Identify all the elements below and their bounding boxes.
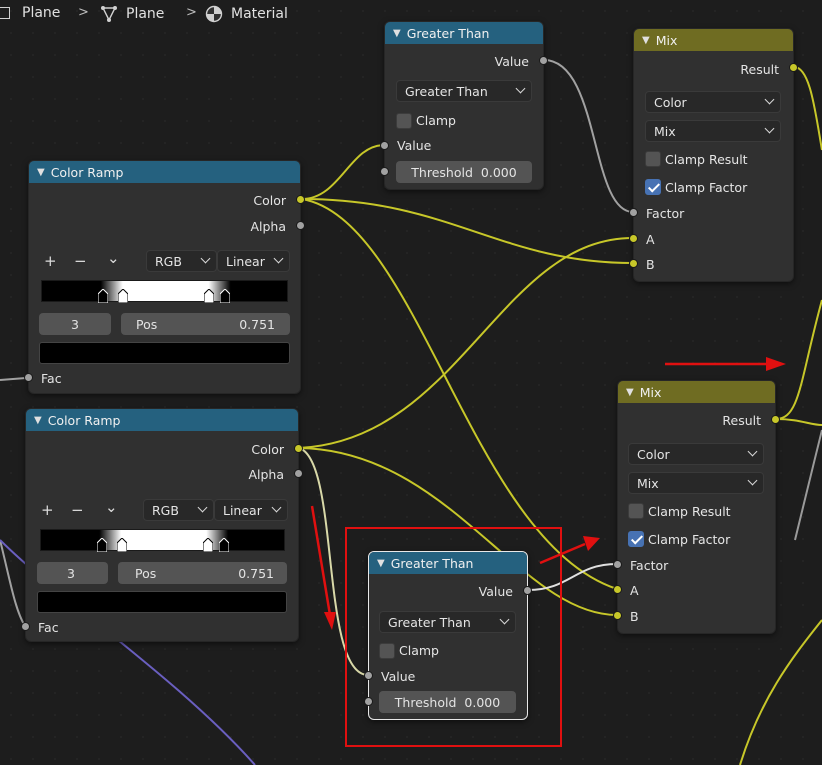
chevron-down-icon[interactable]: ▼ [34, 415, 42, 426]
input-socket-fac[interactable] [24, 373, 33, 382]
output-socket-alpha[interactable] [296, 221, 305, 230]
chevron-down-icon [747, 446, 758, 457]
clamp-factor-label: Clamp Factor [665, 180, 748, 195]
ramp-menu-button[interactable]: ⌄ [107, 249, 120, 267]
stop-color-swatch[interactable] [39, 342, 290, 364]
color-mode-dropdown[interactable]: RGB [146, 250, 217, 272]
operation-dropdown[interactable]: Greater Than [396, 80, 532, 102]
active-stop-index-field[interactable]: 3 [37, 562, 108, 584]
breadcrumb-material[interactable]: Material [205, 5, 288, 23]
chevron-down-icon [197, 502, 208, 513]
ramp-stop-handle[interactable] [98, 289, 108, 303]
ramp-stop-handle-active[interactable] [220, 289, 230, 303]
output-socket-color[interactable] [294, 444, 303, 453]
clamp-result-checkbox[interactable] [628, 503, 644, 519]
ramp-stop-handle[interactable] [117, 538, 127, 552]
object-icon [0, 7, 10, 19]
input-socket-factor[interactable] [613, 560, 622, 569]
chevron-down-icon [764, 94, 775, 105]
clamp-result-label: Clamp Result [665, 152, 748, 167]
material-icon [205, 5, 223, 23]
data-type-dropdown[interactable]: Color [645, 91, 781, 113]
interpolation-dropdown[interactable]: Linear [217, 250, 290, 272]
clamp-checkbox[interactable] [396, 113, 412, 129]
node-greater-than-top[interactable]: ▼ Greater Than Value Greater Than Clamp … [380, 21, 548, 190]
output-socket-value[interactable] [539, 56, 548, 65]
ramp-stop-handle[interactable] [118, 289, 128, 303]
clamp-factor-label: Clamp Factor [648, 532, 731, 547]
breadcrumb-object[interactable]: Plane [0, 5, 60, 21]
link-gt-top-to-mix-top [543, 59, 634, 213]
interpolation-dropdown[interactable]: Linear [214, 499, 288, 521]
breadcrumb-mesh[interactable]: Plane [100, 5, 164, 23]
input-socket-factor[interactable] [629, 208, 638, 217]
link-mix-bottom-out [775, 299, 822, 420]
stop-position-field[interactable]: Pos 0.751 [118, 562, 287, 584]
link-ramp-top-to-mix-top-b [301, 198, 634, 264]
clamp-result-label: Clamp Result [648, 504, 731, 519]
output-socket-alpha[interactable] [294, 469, 303, 478]
active-stop-index-field[interactable]: 3 [39, 313, 111, 335]
ramp-stop-handle[interactable] [97, 538, 107, 552]
node-mix-top[interactable]: ▼ Mix Result Color Mix Clamp Result Clam… [629, 28, 798, 282]
blend-mode-dropdown[interactable]: Mix [645, 120, 781, 142]
node-header[interactable]: ▼ Greater Than [385, 22, 543, 44]
output-socket-result[interactable] [771, 415, 780, 424]
data-type-dropdown[interactable]: Color [628, 443, 764, 465]
link-ramp-bottom-to-mix-top-a [298, 237, 634, 449]
chevron-down-icon [200, 253, 211, 264]
input-socket-a[interactable] [629, 234, 638, 243]
breadcrumb-separator: > [186, 5, 197, 20]
color-mode-dropdown[interactable]: RGB [143, 499, 214, 521]
chevron-down-icon[interactable]: ▼ [393, 28, 401, 39]
node-header[interactable]: ▼ Color Ramp [29, 161, 300, 183]
breadcrumb-separator: > [78, 5, 89, 20]
node-header[interactable]: ▼ Color Ramp [26, 409, 298, 431]
input-socket-a[interactable] [613, 585, 622, 594]
chevron-down-icon [273, 253, 284, 264]
ramp-stop-handle[interactable] [204, 289, 214, 303]
node-editor-canvas[interactable]: Plane > Plane > Material ▼ Greater Than … [0, 0, 822, 765]
output-socket-result[interactable] [789, 63, 798, 72]
link-mix-top-out [793, 66, 822, 151]
output-socket-color[interactable] [296, 195, 305, 204]
input-socket-b[interactable] [629, 259, 638, 268]
link-ramp-top-to-gt-top [301, 144, 385, 200]
threshold-field[interactable]: Threshold 0.000 [396, 161, 532, 183]
blend-mode-dropdown[interactable]: Mix [628, 472, 764, 494]
chevron-down-icon [747, 475, 758, 486]
color-ramp-widget[interactable] [41, 280, 288, 303]
node-color-ramp-top[interactable]: ▼ Color Ramp Color Alpha + − ⌄ RGB Linea… [24, 160, 305, 394]
input-socket-fac[interactable] [21, 622, 30, 631]
input-socket-threshold[interactable] [380, 167, 389, 176]
node-header[interactable]: ▼ Mix [634, 29, 793, 51]
add-stop-button[interactable]: + [41, 501, 54, 519]
ramp-menu-button[interactable]: ⌄ [105, 498, 118, 516]
chevron-down-icon [515, 83, 526, 94]
clamp-factor-checkbox[interactable] [628, 531, 644, 547]
node-header[interactable]: ▼ Mix [618, 381, 775, 403]
clamp-result-checkbox[interactable] [645, 151, 661, 167]
chevron-down-icon [764, 123, 775, 134]
node-color-ramp-bottom[interactable]: ▼ Color Ramp Color Alpha + − ⌄ RGB Linea… [21, 408, 303, 642]
ramp-stop-handle-active[interactable] [219, 538, 229, 552]
input-socket-b[interactable] [613, 611, 622, 620]
annotation-highlight-box [345, 527, 562, 747]
chevron-down-icon[interactable]: ▼ [37, 167, 45, 178]
remove-stop-button[interactable]: − [74, 252, 87, 270]
chevron-down-icon[interactable]: ▼ [642, 35, 650, 46]
clamp-factor-checkbox[interactable] [645, 179, 661, 195]
stop-position-field[interactable]: Pos 0.751 [121, 313, 290, 335]
remove-stop-button[interactable]: − [71, 501, 84, 519]
mesh-icon [101, 6, 117, 22]
add-stop-button[interactable]: + [44, 252, 57, 270]
color-ramp-widget[interactable] [40, 529, 285, 552]
node-mix-bottom[interactable]: ▼ Mix Result Color Mix Clamp Result Clam… [613, 380, 780, 634]
clamp-label: Clamp [416, 113, 456, 128]
chevron-down-icon [271, 502, 282, 513]
stop-color-swatch[interactable] [37, 591, 287, 613]
ramp-stop-handle[interactable] [203, 538, 213, 552]
chevron-down-icon[interactable]: ▼ [626, 387, 634, 398]
input-socket-value[interactable] [380, 141, 389, 150]
